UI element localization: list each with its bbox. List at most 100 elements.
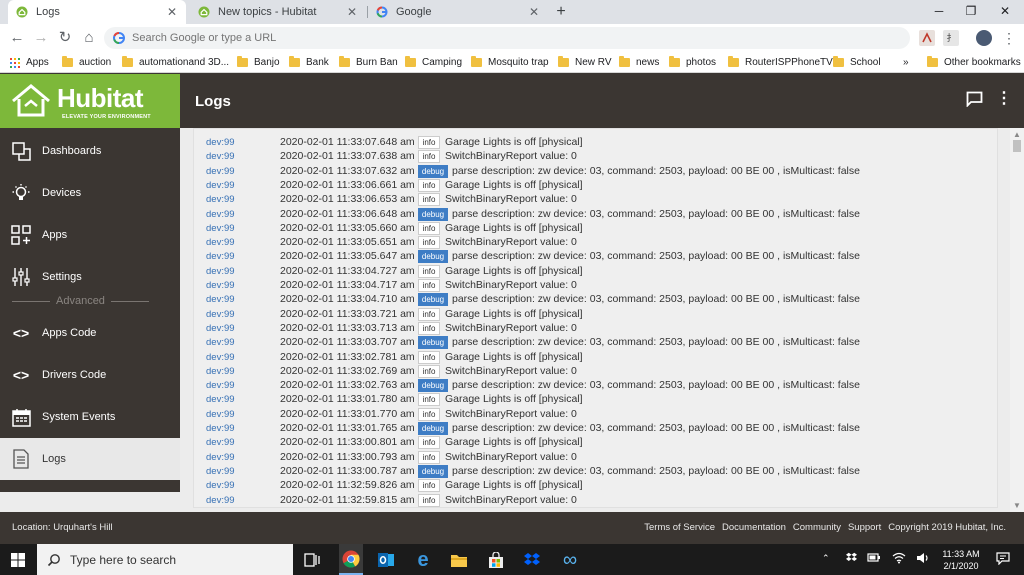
device-link[interactable]: dev:99 [206, 452, 235, 463]
device-link[interactable]: dev:99 [206, 466, 235, 477]
address-input[interactable] [132, 32, 832, 44]
bookmark-photos[interactable]: photos [669, 55, 716, 70]
bookmark-camping[interactable]: Camping [405, 55, 462, 70]
task-view-icon[interactable] [302, 550, 322, 570]
tab-close-icon[interactable]: ✕ [346, 6, 358, 18]
scroll-up-icon[interactable]: ▲ [1013, 130, 1021, 139]
back-arrow-icon[interactable]: ← [8, 29, 26, 47]
device-link[interactable]: dev:99 [206, 423, 235, 434]
notifications-icon[interactable] [996, 552, 1010, 575]
new-tab-button[interactable]: + [552, 3, 570, 21]
tab-close-icon[interactable]: ✕ [528, 6, 540, 18]
device-link[interactable]: dev:99 [206, 280, 235, 291]
device-link[interactable]: dev:99 [206, 223, 235, 234]
bookmark-news[interactable]: news [619, 55, 659, 70]
tray-overflow-icon[interactable]: ⌃ [822, 553, 830, 575]
sidebar-item-apps[interactable]: Apps [0, 214, 180, 256]
terms-link[interactable]: Terms of Service [644, 522, 715, 533]
close-window-icon[interactable]: ✕ [990, 0, 1020, 24]
device-link[interactable]: dev:99 [206, 323, 235, 334]
bookmark-school[interactable]: School [833, 55, 881, 70]
restore-window-icon[interactable]: ❐ [956, 0, 986, 24]
device-link[interactable]: dev:99 [206, 209, 235, 220]
sidebar-item-settings[interactable]: Settings [0, 256, 180, 298]
page-scrollbar[interactable]: ▲ ▼ [1010, 128, 1024, 512]
hubitat-logo[interactable]: Hubitat ELEVATE YOUR ENVIRONMENT [0, 74, 180, 128]
device-link[interactable]: dev:99 [206, 495, 235, 506]
device-link[interactable]: dev:99 [206, 366, 235, 377]
support-link[interactable]: Support [848, 522, 881, 533]
bookmark-banjo[interactable]: Banjo [237, 55, 280, 70]
feedback-chat-icon[interactable] [966, 91, 983, 107]
sidebar-item-system-events[interactable]: System Events [0, 396, 180, 438]
bookmark-automation[interactable]: automationand 3D... [122, 55, 229, 70]
bookmarks-overflow-button[interactable]: » [903, 55, 909, 70]
device-link[interactable]: dev:99 [206, 137, 235, 148]
wifi-icon[interactable] [892, 552, 906, 575]
browser-tab-logs[interactable]: Logs ✕ [8, 0, 186, 24]
community-link[interactable]: Community [793, 522, 841, 533]
browser-tab-google[interactable]: Google ✕ [368, 0, 548, 24]
reload-icon[interactable]: ↻ [56, 29, 74, 47]
scrollbar-thumb[interactable] [1013, 140, 1021, 152]
pdf-extension-icon[interactable] [919, 30, 935, 46]
bookmark-burn-ban[interactable]: Burn Ban [339, 55, 398, 70]
app-menu-icon[interactable]: ⋮ [996, 90, 1012, 108]
device-link[interactable]: dev:99 [206, 394, 235, 405]
device-link[interactable]: dev:99 [206, 294, 235, 305]
log-level-badge: info [418, 479, 440, 493]
chrome-icon[interactable] [339, 544, 363, 575]
device-link[interactable]: dev:99 [206, 437, 235, 448]
log-timestamp: 2020-02-01 11:33:01.770 am [280, 407, 415, 420]
infinity-app-icon[interactable]: ∞ [560, 549, 580, 571]
device-link[interactable]: dev:99 [206, 480, 235, 491]
omnibox[interactable] [104, 27, 910, 49]
device-link[interactable]: dev:99 [206, 337, 235, 348]
tab-close-icon[interactable]: ✕ [166, 6, 178, 18]
sidebar-item-apps-code[interactable]: <> Apps Code [0, 312, 180, 354]
taskbar-clock[interactable]: 11:33 AM 2/1/2020 [940, 548, 982, 575]
device-link[interactable]: dev:99 [206, 166, 235, 177]
browser-menu-icon[interactable]: ⋮ [1000, 29, 1018, 47]
taskbar-search[interactable]: Type here to search [37, 544, 293, 575]
minimize-window-icon[interactable]: ─ [924, 0, 954, 24]
bookmark-apps[interactable]: Apps [10, 55, 49, 70]
device-link[interactable]: dev:99 [206, 237, 235, 248]
battery-icon[interactable] [867, 552, 881, 575]
device-link[interactable]: dev:99 [206, 380, 235, 391]
sidebar-item-drivers-code[interactable]: <> Drivers Code [0, 354, 180, 396]
profile-avatar[interactable] [976, 30, 992, 46]
file-explorer-icon[interactable] [449, 550, 469, 570]
device-link[interactable]: dev:99 [206, 180, 235, 191]
bookmark-bank[interactable]: Bank [289, 55, 329, 70]
store-icon[interactable] [486, 550, 506, 570]
windows-start-icon[interactable] [8, 550, 28, 570]
home-icon[interactable]: ⌂ [80, 29, 98, 47]
outlook-icon[interactable] [376, 550, 396, 570]
device-link[interactable]: dev:99 [206, 151, 235, 162]
tray-dropbox-icon[interactable] [845, 552, 858, 575]
browser-tab-new-topics[interactable]: New topics - Hubitat ✕ [190, 0, 366, 24]
log-list[interactable]: dev:99 2020-02-01 11:33:07.648 am info Gara… [193, 128, 998, 508]
bookmark-auction[interactable]: auction [62, 55, 111, 70]
bookmark-mosquito-trap[interactable]: Mosquito trap [471, 55, 549, 70]
volume-icon[interactable] [916, 552, 930, 575]
sidebar-item-dashboards[interactable]: Dashboards [0, 130, 180, 172]
documentation-link[interactable]: Documentation [722, 522, 786, 533]
device-link[interactable]: dev:99 [206, 266, 235, 277]
sidebar-item-devices[interactable]: Devices [0, 172, 180, 214]
device-link[interactable]: dev:99 [206, 309, 235, 320]
dropbox-icon[interactable] [522, 550, 542, 570]
edge-icon[interactable]: e [413, 549, 433, 571]
sidebar-item-logs[interactable]: Logs [0, 438, 180, 480]
bookmark-router[interactable]: RouterISPPhoneTV [728, 55, 833, 70]
extension-icon[interactable]: 扌 [943, 30, 959, 46]
device-link[interactable]: dev:99 [206, 251, 235, 262]
device-link[interactable]: dev:99 [206, 352, 235, 363]
bookmark-other[interactable]: Other bookmarks [927, 55, 1021, 70]
bookmark-new-rv[interactable]: New RV [558, 55, 612, 70]
forward-arrow-icon[interactable]: → [32, 29, 50, 47]
device-link[interactable]: dev:99 [206, 409, 235, 420]
device-link[interactable]: dev:99 [206, 194, 235, 205]
scroll-down-icon[interactable]: ▼ [1013, 501, 1021, 510]
